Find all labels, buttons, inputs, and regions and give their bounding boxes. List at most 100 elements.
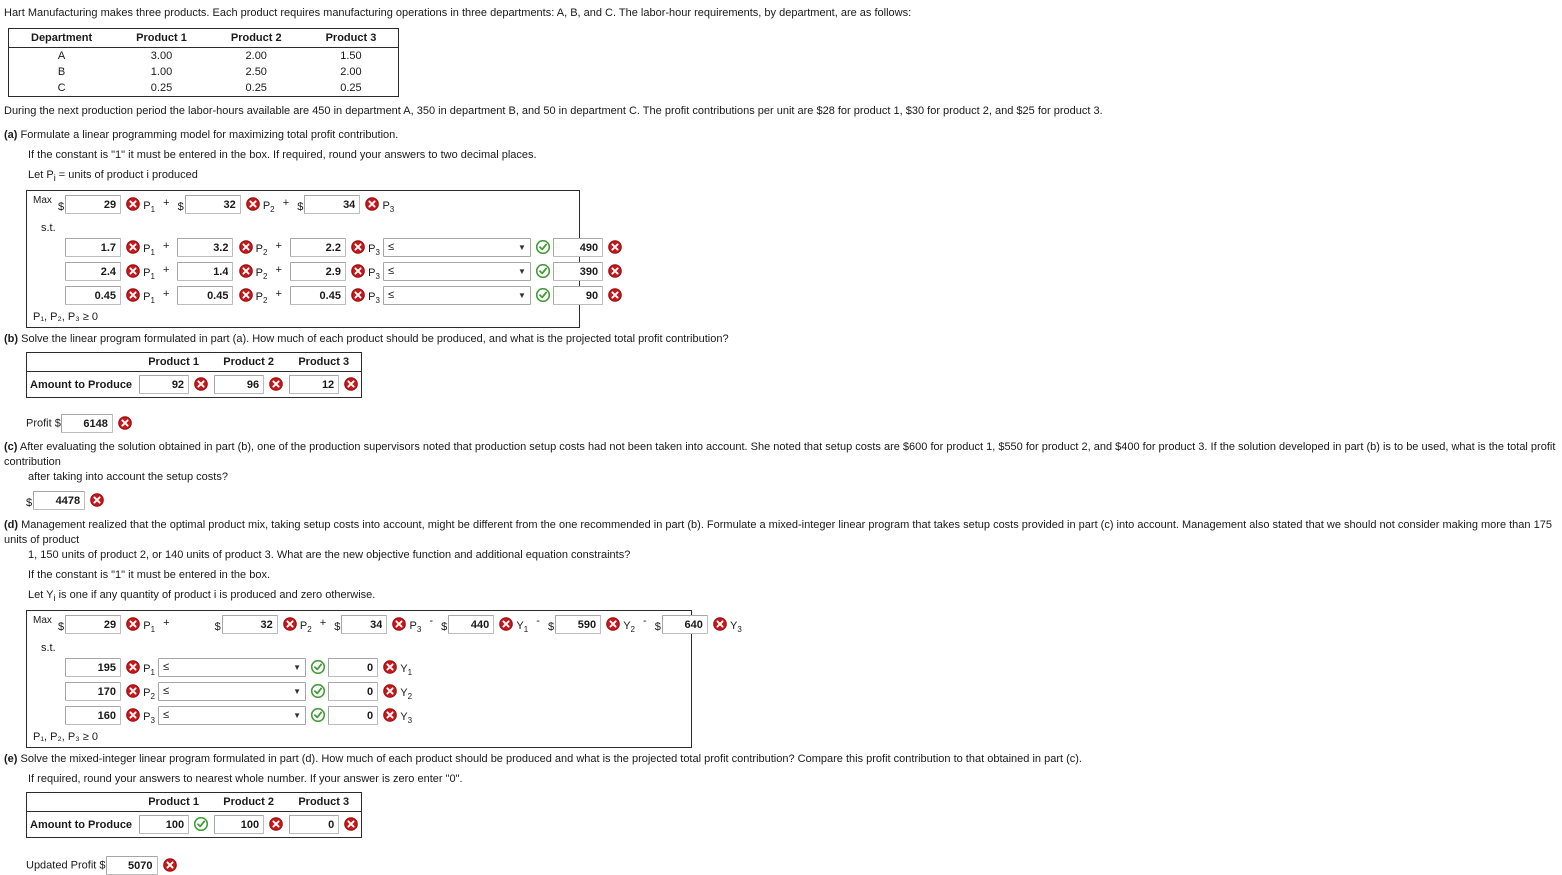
incorrect-icon bbox=[126, 617, 140, 631]
relation-value: ≤ bbox=[387, 265, 394, 278]
incorrect-icon bbox=[383, 684, 397, 698]
d-constraint-3-relation-select[interactable]: ≤ ▼ bbox=[157, 706, 306, 726]
part-b: (b) Solve the linear program formulated … bbox=[4, 332, 1562, 434]
variable-label-p2: P2 bbox=[299, 619, 312, 634]
constraint-row: P2 ≤▼ Y2 bbox=[65, 682, 685, 702]
cell-amount-product-1 bbox=[136, 812, 211, 838]
amount-input-product-1[interactable] bbox=[139, 375, 190, 395]
constraint-2-rhs[interactable] bbox=[553, 262, 604, 282]
d-constraint-1-rhs[interactable] bbox=[328, 658, 379, 678]
cell-amount-product-3 bbox=[286, 812, 362, 838]
constraint-1-rhs[interactable] bbox=[553, 238, 604, 258]
part-d-prompt-line-2: 1, 150 units of product 2, or 140 units … bbox=[28, 549, 631, 562]
e-amount-input-product-1[interactable] bbox=[139, 815, 190, 835]
constraint-1-relation-select[interactable]: ≤ ▼ bbox=[382, 238, 531, 258]
variable-label-p3: P3 bbox=[368, 266, 380, 281]
incorrect-icon bbox=[245, 196, 260, 211]
operator-plus: + bbox=[162, 239, 170, 252]
d-objective-coefficient-p3[interactable] bbox=[341, 615, 388, 635]
cell-department: A bbox=[57, 50, 66, 62]
amount-input-product-3[interactable] bbox=[289, 375, 340, 395]
d-constraint-3-coefficient[interactable] bbox=[65, 706, 121, 726]
constraint-1-coefficient-p1[interactable] bbox=[65, 238, 121, 258]
cell-amount-product-2 bbox=[211, 372, 286, 398]
constraint-row: P3 ≤▼ Y3 bbox=[65, 706, 685, 726]
incorrect-icon bbox=[351, 287, 365, 302]
incorrect-icon bbox=[351, 239, 365, 254]
cell-value: 3.00 bbox=[150, 50, 173, 62]
d-objective-coefficient-y2[interactable] bbox=[555, 615, 602, 635]
correct-icon bbox=[536, 287, 551, 302]
col-header-product-2: Product 2 bbox=[211, 792, 287, 813]
incorrect-icon bbox=[126, 660, 140, 674]
operator-plus: + bbox=[275, 287, 282, 300]
variable-label-p1: P1 bbox=[143, 199, 156, 214]
cell-value: 1.00 bbox=[150, 66, 173, 78]
d-constraint-1-coefficient[interactable] bbox=[65, 658, 121, 678]
col-header-product-3: Product 3 bbox=[286, 792, 362, 813]
part-c-total-profit-input[interactable] bbox=[33, 491, 86, 511]
table-row: C 0.25 0.25 0.25 bbox=[9, 80, 399, 97]
d-constraint-2-rhs[interactable] bbox=[328, 682, 379, 702]
part-a-nonnegativity: P₁, P₂, P₃ ≥ 0 bbox=[33, 311, 98, 324]
max-label: Max bbox=[33, 195, 52, 207]
incorrect-icon bbox=[194, 376, 208, 391]
dollar-sign: $ bbox=[441, 620, 448, 633]
part-e-marker: (e) bbox=[4, 753, 18, 766]
d-constraint-1-relation-select[interactable]: ≤ ▼ bbox=[157, 658, 306, 678]
incorrect-icon bbox=[283, 617, 297, 631]
objective-coefficient-p3[interactable] bbox=[304, 195, 361, 215]
operator-plus: + bbox=[163, 616, 170, 629]
part-b-marker: (b) bbox=[4, 333, 19, 346]
subject-to-label: s.t. bbox=[41, 642, 56, 655]
profit-input[interactable] bbox=[60, 414, 113, 434]
relation-value: ≤ bbox=[387, 241, 394, 254]
col-header-product-2: Product 2 bbox=[211, 352, 287, 373]
constraint-2-coefficient-p2[interactable] bbox=[177, 262, 234, 282]
d-objective-coefficient-y3[interactable] bbox=[661, 615, 708, 635]
amount-input-product-2[interactable] bbox=[214, 375, 265, 395]
constraint-1-coefficient-p2[interactable] bbox=[177, 238, 234, 258]
e-amount-input-product-2[interactable] bbox=[214, 815, 265, 835]
constraint-3-coefficient-p1[interactable] bbox=[65, 286, 121, 306]
d-objective-coefficient-p2[interactable] bbox=[221, 615, 278, 635]
part-c-marker: (c) bbox=[4, 441, 18, 454]
dollar-sign: $ bbox=[654, 620, 661, 633]
cell-amount-product-1 bbox=[136, 372, 211, 398]
part-e: (e) Solve the mixed-integer linear progr… bbox=[4, 752, 1562, 875]
d-objective-coefficient-p1[interactable] bbox=[65, 615, 122, 635]
constraint-3-relation-select[interactable]: ≤ ▼ bbox=[382, 286, 531, 306]
constraint-row: P1 ≤▼ Y1 bbox=[65, 658, 685, 678]
incorrect-icon bbox=[118, 415, 132, 430]
part-d-note-2: Let Yi is one if any quantity of product… bbox=[28, 589, 376, 604]
part-e-prompt-line: (e) Solve the mixed-integer linear progr… bbox=[4, 752, 1562, 767]
incorrect-icon bbox=[126, 708, 140, 722]
col-header-product-3: Product 3 bbox=[303, 28, 399, 48]
d-objective-coefficient-y1[interactable] bbox=[448, 615, 495, 635]
constraint-2-coefficient-p1[interactable] bbox=[65, 262, 121, 282]
constraint-3-coefficient-p2[interactable] bbox=[177, 286, 234, 306]
updated-profit-input[interactable] bbox=[105, 856, 158, 875]
part-c-prompt-line-2: after taking into account the setup cost… bbox=[28, 471, 228, 484]
constraint-2-coefficient-p3[interactable] bbox=[289, 262, 346, 282]
incorrect-icon bbox=[608, 263, 622, 278]
d-constraint-2-relation-select[interactable]: ≤ ▼ bbox=[157, 682, 306, 702]
part-a-marker: (a) bbox=[4, 129, 18, 141]
constraint-3-rhs[interactable] bbox=[553, 286, 604, 306]
constraint-2-relation-select[interactable]: ≤ ▼ bbox=[382, 262, 531, 282]
objective-coefficient-p1[interactable] bbox=[65, 195, 122, 215]
constraint-1-coefficient-p3[interactable] bbox=[289, 238, 346, 258]
col-header-blank bbox=[26, 792, 137, 813]
e-amount-input-product-3[interactable] bbox=[289, 815, 340, 835]
constraint-3-coefficient-p3[interactable] bbox=[289, 286, 346, 306]
part-c-answer-row: $ bbox=[26, 491, 1562, 511]
variable-label-p2: P2 bbox=[255, 266, 268, 281]
d-constraint-3-rhs[interactable] bbox=[328, 706, 379, 726]
d-constraint-2-coefficient[interactable] bbox=[65, 682, 121, 702]
variable-label-y1: Y1 bbox=[516, 619, 529, 634]
objective-coefficient-p2[interactable] bbox=[184, 195, 241, 215]
variable-label-p3: P3 bbox=[368, 242, 380, 257]
incorrect-icon bbox=[344, 817, 359, 831]
incorrect-icon bbox=[238, 239, 253, 254]
max-label: Max bbox=[33, 615, 52, 627]
